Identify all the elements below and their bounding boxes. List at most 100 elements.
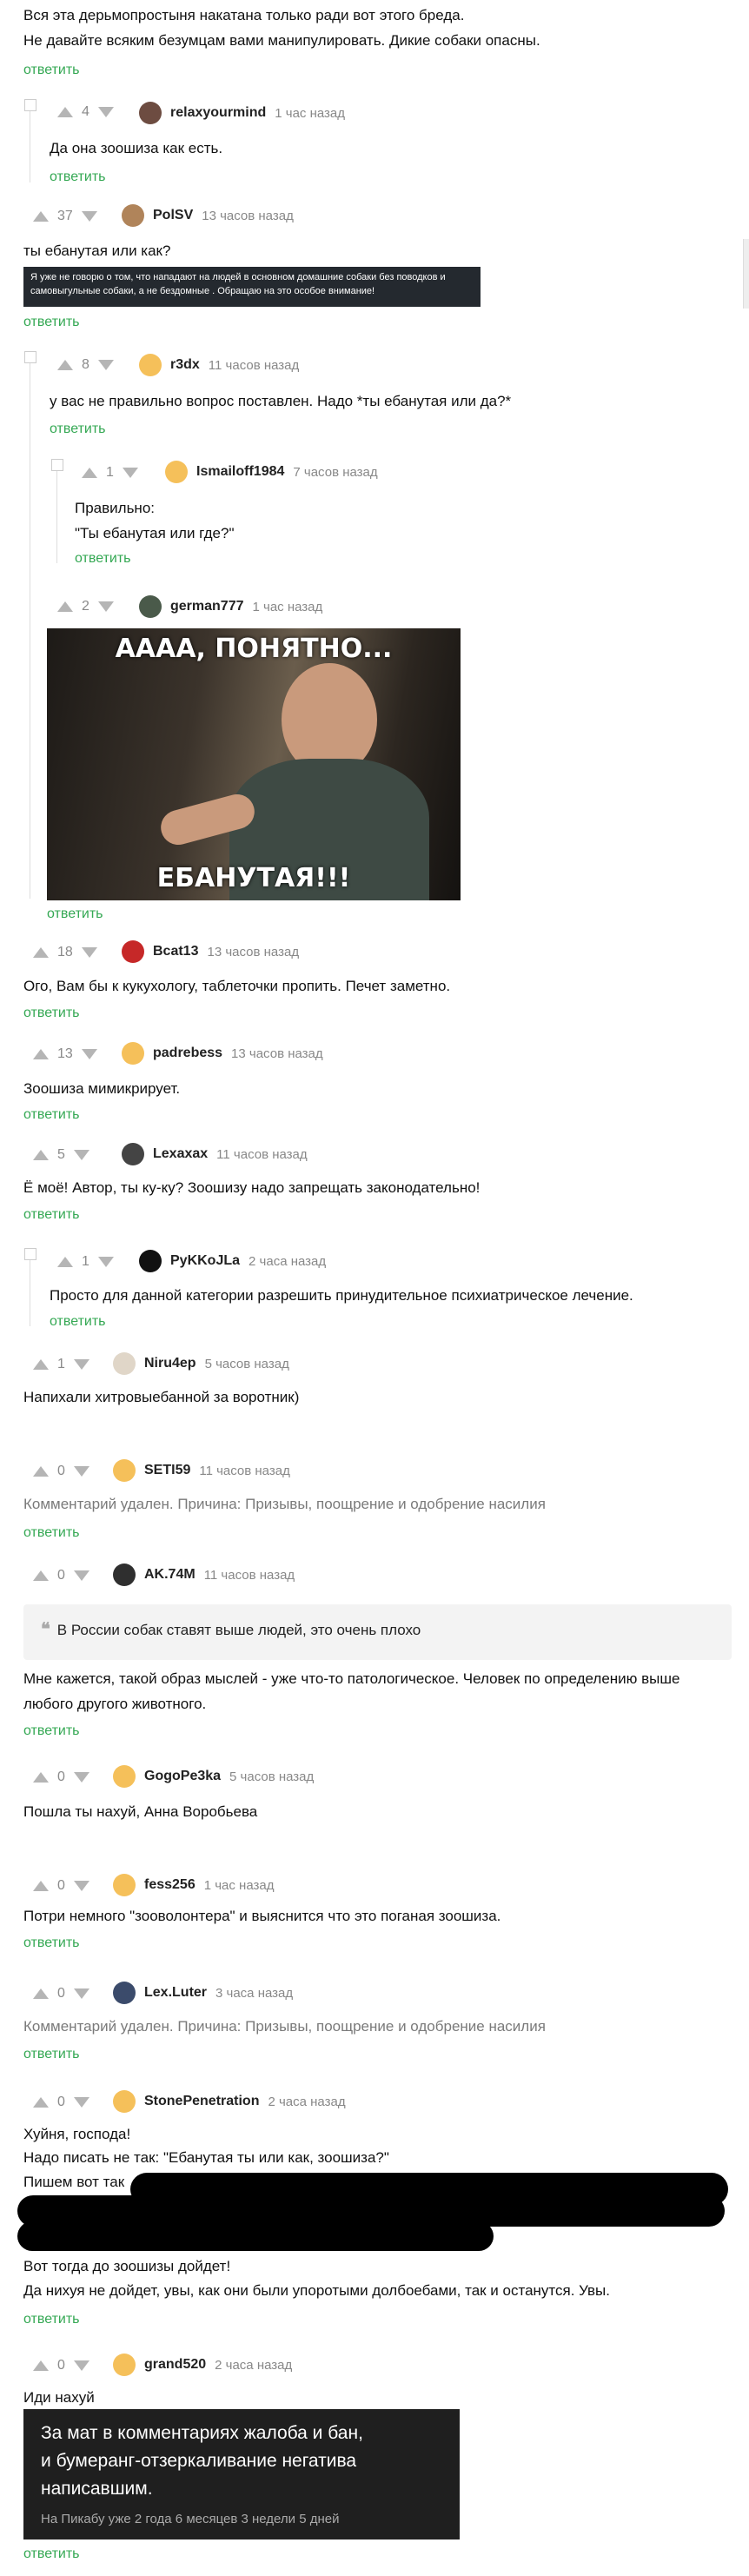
username[interactable]: grand520 bbox=[144, 2357, 206, 2373]
comment-meta: grand520 2 часа назад bbox=[113, 2354, 292, 2376]
avatar[interactable] bbox=[139, 354, 162, 376]
username[interactable]: SETI59 bbox=[144, 1463, 190, 1478]
downvote-icon[interactable] bbox=[122, 468, 138, 478]
reply-link[interactable]: ответить bbox=[23, 2546, 80, 2562]
meme-image[interactable]: АААА, ПОНЯТНО... ЕБАНУТАЯ!!! bbox=[47, 628, 461, 900]
reply-link[interactable]: ответить bbox=[50, 422, 106, 437]
upvote-icon[interactable] bbox=[33, 1988, 49, 1999]
avatar[interactable] bbox=[139, 595, 162, 618]
username[interactable]: relaxyourmind bbox=[170, 105, 266, 121]
reply-link[interactable]: ответить bbox=[23, 1006, 80, 1021]
reply-link[interactable]: ответить bbox=[23, 2047, 80, 2062]
username[interactable]: Niru4ep bbox=[144, 1356, 196, 1371]
downvote-icon[interactable] bbox=[97, 601, 114, 612]
reply-link[interactable]: ответить bbox=[23, 1723, 80, 1739]
downvote-icon[interactable] bbox=[81, 947, 97, 958]
upvote-icon[interactable] bbox=[33, 1049, 49, 1059]
avatar[interactable] bbox=[113, 1874, 136, 1896]
upvote-icon[interactable] bbox=[33, 2097, 49, 2108]
downvote-icon[interactable] bbox=[97, 360, 114, 370]
avatar[interactable] bbox=[122, 204, 144, 227]
avatar[interactable] bbox=[113, 1564, 136, 1586]
downvote-icon[interactable] bbox=[73, 1570, 89, 1581]
avatar[interactable] bbox=[113, 1765, 136, 1788]
collapse-toggle[interactable] bbox=[51, 459, 63, 471]
reply-link[interactable]: ответить bbox=[23, 1107, 80, 1123]
vote-count: 1 bbox=[106, 465, 114, 480]
downvote-icon[interactable] bbox=[73, 1466, 89, 1477]
upvote-icon[interactable] bbox=[33, 1359, 49, 1370]
downvote-icon[interactable] bbox=[73, 2097, 89, 2108]
reply-link[interactable]: ответить bbox=[47, 906, 103, 922]
reply-link[interactable]: ответить bbox=[23, 2312, 80, 2327]
upvote-icon[interactable] bbox=[33, 1881, 49, 1891]
comment-text: у вас не правильно вопрос поставлен. Над… bbox=[50, 393, 512, 409]
reply-link[interactable]: ответить bbox=[23, 315, 80, 330]
reply-link[interactable]: ответить bbox=[23, 1207, 80, 1223]
downvote-icon[interactable] bbox=[73, 2360, 89, 2371]
username[interactable]: r3dx bbox=[170, 357, 200, 373]
upvote-icon[interactable] bbox=[33, 211, 49, 222]
upvote-icon[interactable] bbox=[33, 1570, 49, 1581]
username[interactable]: Lex.Luter bbox=[144, 1985, 207, 2001]
comment-meta: PyKKoJLa 2 часа назад bbox=[139, 1250, 326, 1272]
avatar[interactable] bbox=[113, 1352, 136, 1375]
avatar[interactable] bbox=[122, 1042, 144, 1065]
upvote-icon[interactable] bbox=[57, 107, 73, 117]
timestamp: 11 часов назад bbox=[208, 357, 300, 373]
username[interactable]: padrebess bbox=[153, 1046, 222, 1061]
upvote-icon[interactable] bbox=[57, 601, 73, 612]
scrollbar[interactable] bbox=[743, 239, 749, 309]
collapse-toggle[interactable] bbox=[24, 351, 36, 363]
reply-link[interactable]: ответить bbox=[23, 63, 80, 78]
username[interactable]: StonePenetration bbox=[144, 2094, 259, 2109]
upvote-icon[interactable] bbox=[33, 1466, 49, 1477]
reply-link[interactable]: ответить bbox=[75, 551, 131, 567]
downvote-icon[interactable] bbox=[73, 1881, 89, 1891]
upvote-icon[interactable] bbox=[33, 2360, 49, 2371]
username[interactable]: fess256 bbox=[144, 1877, 196, 1893]
collapse-toggle[interactable] bbox=[24, 1248, 36, 1260]
avatar[interactable] bbox=[122, 1143, 144, 1165]
upvote-icon[interactable] bbox=[33, 1772, 49, 1783]
comment-text-line-3: Пишем вот так bbox=[23, 2174, 125, 2190]
downvote-icon[interactable] bbox=[73, 1359, 89, 1370]
upvote-icon[interactable] bbox=[57, 360, 73, 370]
vote-block: 1 bbox=[33, 1357, 89, 1372]
username[interactable]: german777 bbox=[170, 599, 244, 614]
upvote-icon[interactable] bbox=[57, 1257, 73, 1267]
avatar[interactable] bbox=[113, 1982, 136, 2004]
vote-block: 0 bbox=[33, 1986, 89, 2002]
downvote-icon[interactable] bbox=[81, 211, 97, 222]
avatar[interactable] bbox=[139, 102, 162, 124]
reply-link[interactable]: ответить bbox=[23, 1525, 80, 1541]
username[interactable]: Bcat13 bbox=[153, 944, 198, 959]
upvote-icon[interactable] bbox=[33, 1150, 49, 1160]
collapse-toggle[interactable] bbox=[24, 99, 36, 111]
downvote-icon[interactable] bbox=[97, 1257, 114, 1267]
signature-image: За мат в комментариях жалоба и бан, и бу… bbox=[23, 2409, 460, 2539]
downvote-icon[interactable] bbox=[73, 1150, 89, 1160]
username[interactable]: PolSV bbox=[153, 208, 193, 223]
downvote-icon[interactable] bbox=[81, 1049, 97, 1059]
upvote-icon[interactable] bbox=[82, 468, 97, 478]
avatar[interactable] bbox=[122, 940, 144, 963]
vote-block: 0 bbox=[33, 1878, 89, 1894]
username[interactable]: PyKKoJLa bbox=[170, 1253, 240, 1269]
username[interactable]: Ismailoff1984 bbox=[196, 464, 284, 480]
username[interactable]: Lexaxax bbox=[153, 1146, 208, 1162]
upvote-icon[interactable] bbox=[33, 947, 49, 958]
username[interactable]: AK.74M bbox=[144, 1567, 196, 1583]
avatar[interactable] bbox=[139, 1250, 162, 1272]
reply-link[interactable]: ответить bbox=[23, 1935, 80, 1951]
avatar[interactable] bbox=[165, 461, 188, 483]
downvote-icon[interactable] bbox=[97, 107, 114, 117]
reply-link[interactable]: ответить bbox=[50, 169, 106, 185]
username[interactable]: GogoPe3ka bbox=[144, 1769, 221, 1784]
avatar[interactable] bbox=[113, 1459, 136, 1482]
downvote-icon[interactable] bbox=[73, 1988, 89, 1999]
avatar[interactable] bbox=[113, 2354, 136, 2376]
reply-link[interactable]: ответить bbox=[50, 1314, 106, 1330]
downvote-icon[interactable] bbox=[73, 1772, 89, 1783]
avatar[interactable] bbox=[113, 2090, 136, 2113]
